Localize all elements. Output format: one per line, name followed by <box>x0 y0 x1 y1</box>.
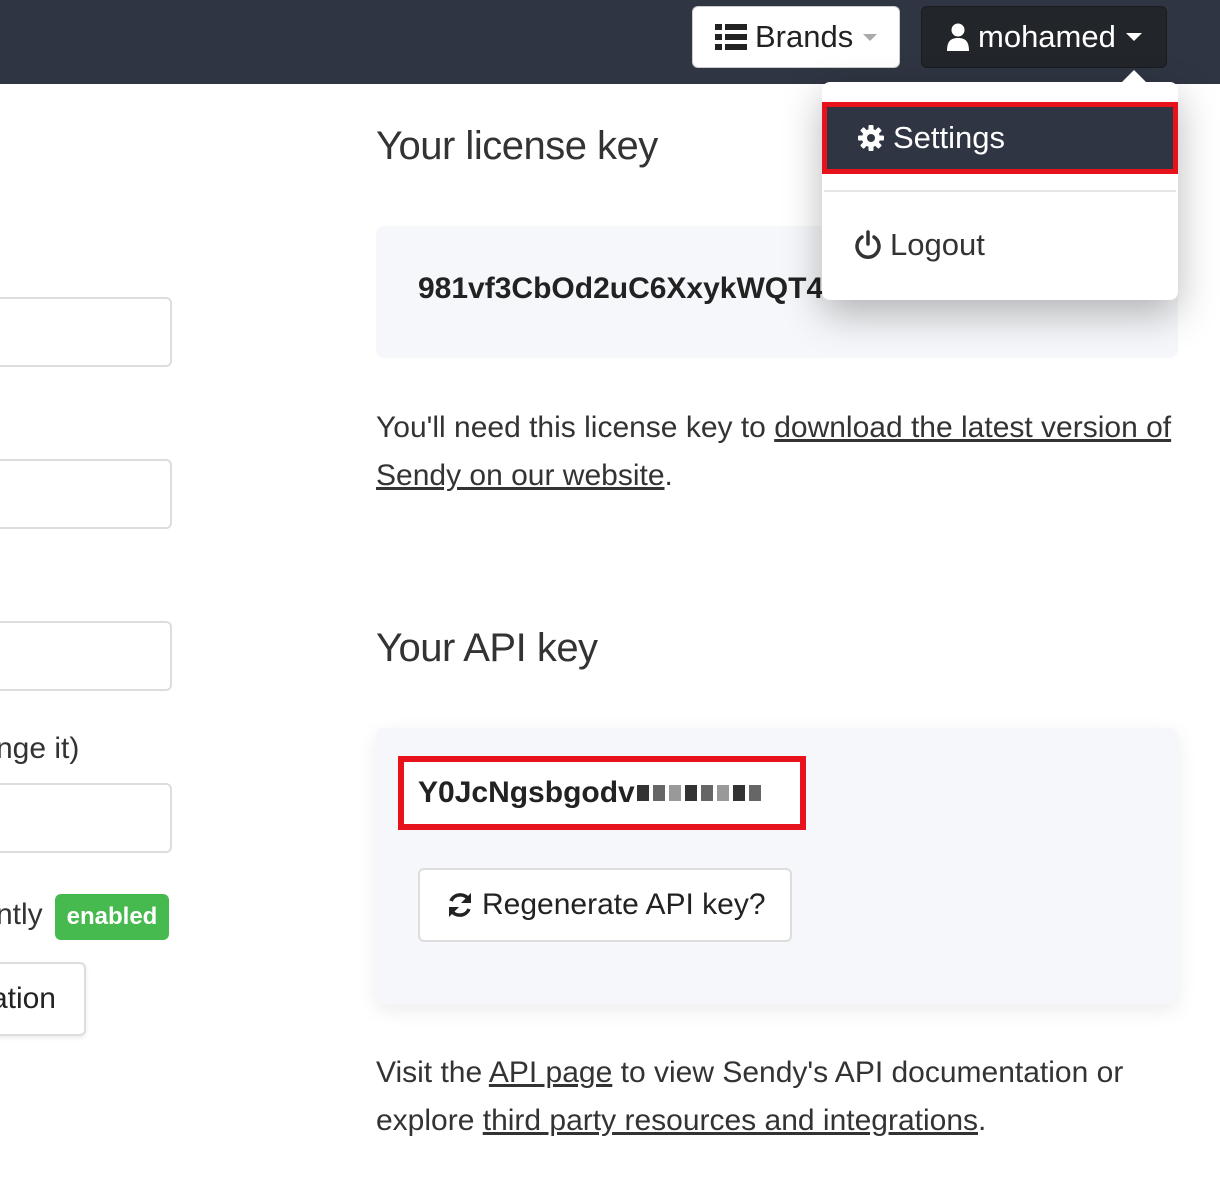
refresh-icon <box>449 893 471 917</box>
brands-dropdown-button[interactable]: Brands <box>692 6 900 68</box>
user-dropdown-button[interactable]: mohamed <box>921 6 1167 68</box>
license-description: You'll need this license key to download… <box>376 404 1176 500</box>
api-desc-suffix: . <box>978 1104 987 1137</box>
api-key-heading: Your API key <box>376 626 598 670</box>
api-description: Visit the API page to view Sendy's API d… <box>376 1049 1176 1145</box>
chevron-down-icon <box>863 33 878 41</box>
menu-item-settings[interactable]: Settings <box>822 102 1178 174</box>
third-party-resources-link[interactable]: third party resources and integrations <box>483 1104 978 1137</box>
settings-input-field[interactable] <box>0 621 172 691</box>
regenerate-label: Regenerate API key? <box>482 888 766 921</box>
api-desc-prefix: Visit the <box>376 1056 489 1089</box>
api-key-highlight: Y0JcNgsbgodv <box>398 756 806 830</box>
brands-label: Brands <box>755 19 854 54</box>
dropdown-divider <box>824 190 1176 192</box>
left-action-button[interactable]: ation <box>0 962 86 1036</box>
user-icon <box>947 23 969 51</box>
user-dropdown-menu: Settings Logout <box>822 82 1178 300</box>
regenerate-api-key-button[interactable]: Regenerate API key? <box>418 868 792 942</box>
power-icon <box>855 230 881 259</box>
api-key-value: Y0JcNgsbgodv <box>418 776 635 809</box>
logout-label: Logout <box>890 227 985 262</box>
user-label: mohamed <box>978 19 1116 54</box>
password-input-field[interactable] <box>0 783 172 853</box>
status-badge: enabled <box>55 894 169 940</box>
api-page-link[interactable]: API page <box>489 1056 612 1089</box>
menu-item-logout[interactable]: Logout <box>822 208 1178 282</box>
field-label-partial: nge it) <box>0 732 80 765</box>
left-action-button-label: ation <box>0 982 56 1015</box>
redacted-pixels <box>636 785 761 801</box>
list-icon <box>715 24 747 50</box>
license-desc-suffix: . <box>664 459 673 492</box>
dropdown-arrow <box>1122 70 1146 82</box>
settings-input-field[interactable] <box>0 297 172 367</box>
top-navbar: Brands mohamed <box>0 0 1220 84</box>
api-key-box: Y0JcNgsbgodv Regenerate API key? <box>376 728 1178 1004</box>
settings-label: Settings <box>893 120 1006 155</box>
gear-icon <box>858 125 884 151</box>
status-label-partial: ntly <box>0 898 43 931</box>
chevron-down-icon <box>1125 33 1142 41</box>
settings-input-field[interactable] <box>0 459 172 529</box>
license-key-heading: Your license key <box>376 124 658 168</box>
license-desc-prefix: You'll need this license key to <box>376 411 775 444</box>
license-key-value: 981vf3CbOd2uC6XxykWQT4 <box>418 272 824 305</box>
